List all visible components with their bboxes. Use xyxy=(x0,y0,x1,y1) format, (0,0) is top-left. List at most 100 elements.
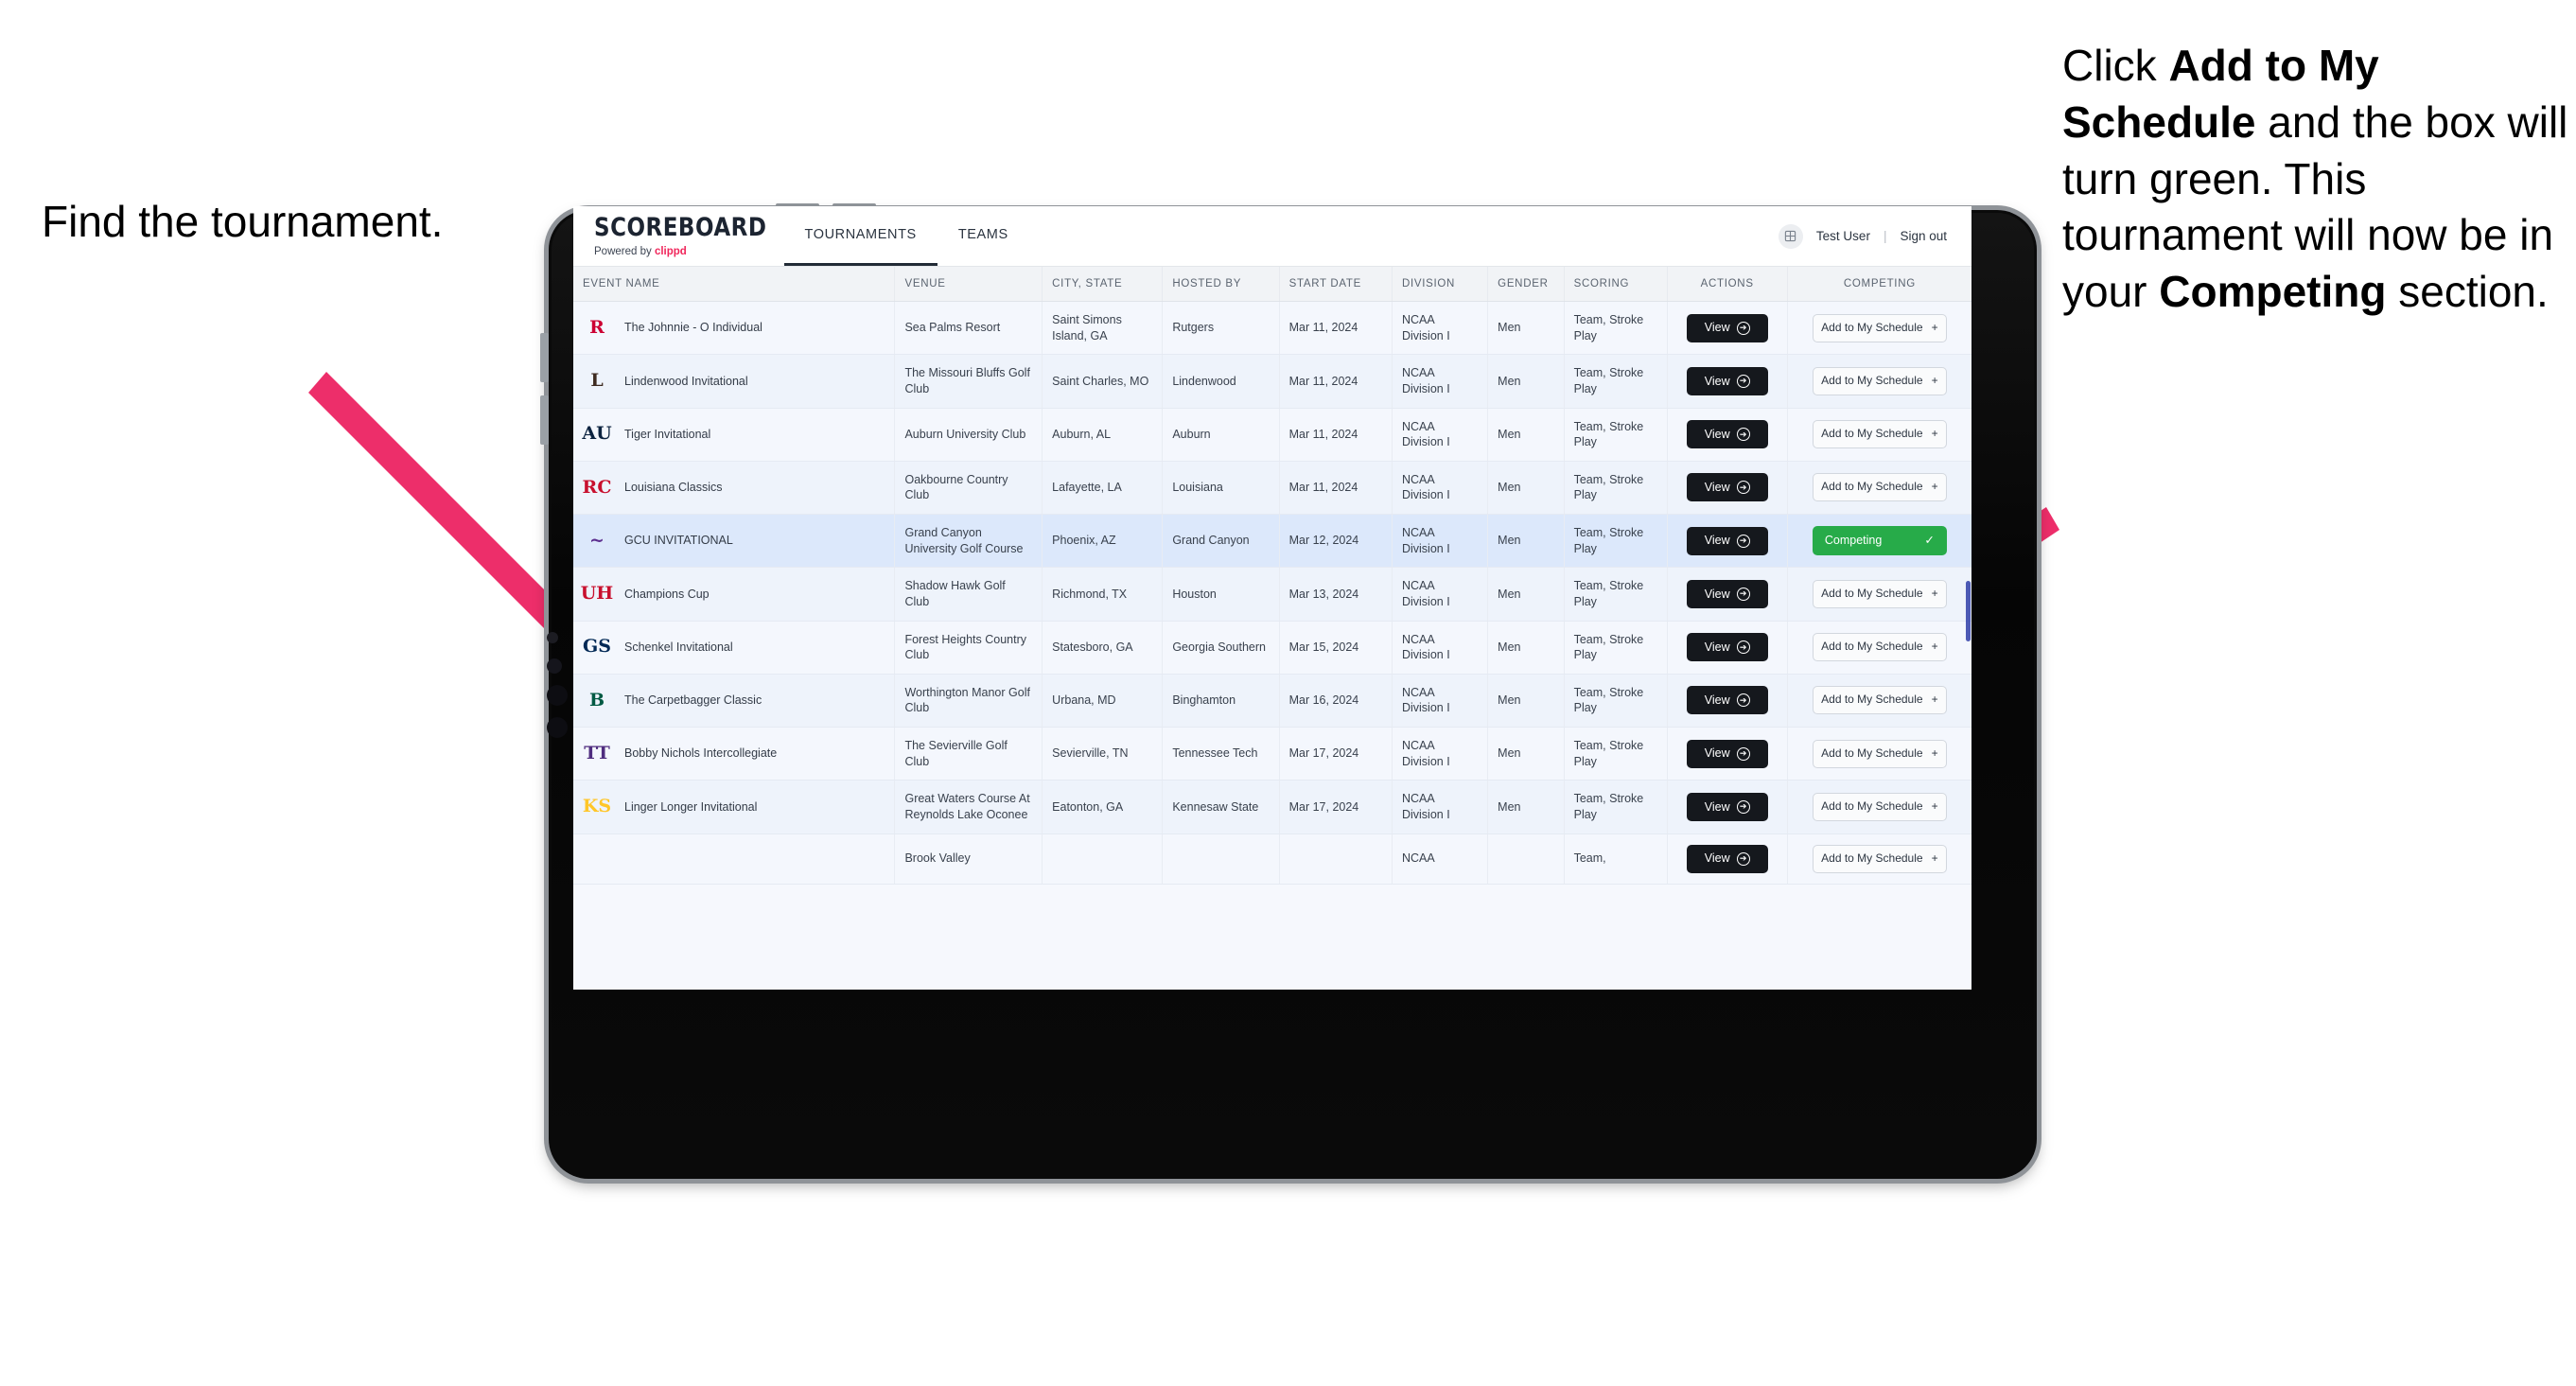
cell-actions: View ➔ xyxy=(1667,780,1788,834)
tab-teams[interactable]: TEAMS xyxy=(938,206,1029,266)
table-row[interactable]: UH Champions Cup Shadow Hawk Golf Club Rich… xyxy=(573,567,1971,622)
view-button[interactable]: View ➔ xyxy=(1686,686,1768,715)
table-row[interactable]: TT Bobby Nichols Intercollegiate The Sevie… xyxy=(573,727,1971,781)
add-to-my-schedule-button[interactable]: Add to My Schedule + xyxy=(1812,313,1947,342)
table-row[interactable]: R The Johnnie - O Individual Sea Palms Res… xyxy=(573,301,1971,356)
cell-hosted-by: Auburn xyxy=(1162,408,1280,462)
add-to-my-schedule-button[interactable]: Add to My Schedule + xyxy=(1812,366,1947,395)
cell-division: NCAA Division I xyxy=(1392,354,1489,409)
table-row[interactable]: RC Louisiana Classics Oakbourne Country Cl… xyxy=(573,461,1971,516)
cell-venue: Auburn University Club xyxy=(894,408,1043,462)
table-row[interactable]: GS Schenkel Invitational Forest Heights Co… xyxy=(573,621,1971,675)
view-button[interactable]: View ➔ xyxy=(1686,844,1768,873)
cell-start-date: Mar 12, 2024 xyxy=(1279,514,1393,569)
app-header: SCOREBOARD Powered by clippd TOURNAMENTS… xyxy=(573,206,1971,267)
view-button[interactable]: View ➔ xyxy=(1686,366,1768,395)
view-button[interactable]: View ➔ xyxy=(1686,579,1768,608)
arrow-right-circle-icon: ➔ xyxy=(1736,321,1750,335)
cell-actions: View ➔ xyxy=(1667,727,1788,781)
view-button[interactable]: View ➔ xyxy=(1686,313,1768,342)
competing-badge[interactable]: Competing ✓ xyxy=(1812,526,1947,556)
cell-hosted-by: Grand Canyon xyxy=(1162,514,1280,569)
sign-out-link[interactable]: Sign out xyxy=(1900,229,1947,243)
plus-icon: + xyxy=(1931,693,1938,707)
table-header: EVENT NAME VENUE CITY, STATE HOSTED BY S… xyxy=(573,267,1971,302)
cell-actions: View ➔ xyxy=(1667,514,1788,569)
tournaments-table-scroll[interactable]: EVENT NAME VENUE CITY, STATE HOSTED BY S… xyxy=(573,267,1971,990)
cell-gender: Men xyxy=(1487,674,1565,728)
cell-competing: Add to My Schedule + xyxy=(1787,461,1971,516)
page-root: Find the tournament. Click Add to My Sch… xyxy=(0,0,2576,1386)
arrow-right-circle-icon: ➔ xyxy=(1736,640,1750,655)
col-gender: GENDER xyxy=(1487,267,1565,302)
cell-event-name: AU Tiger Invitational xyxy=(573,408,896,462)
add-to-my-schedule-label: Add to My Schedule xyxy=(1821,427,1923,441)
cell-city-state: Auburn, AL xyxy=(1042,408,1164,462)
view-button[interactable]: View ➔ xyxy=(1686,739,1768,768)
team-logo-icon: R xyxy=(589,316,605,338)
add-to-my-schedule-button[interactable]: Add to My Schedule + xyxy=(1812,739,1947,768)
volume-up-button[interactable] xyxy=(540,333,549,382)
add-to-my-schedule-button[interactable]: Add to My Schedule + xyxy=(1812,579,1947,608)
plus-icon: + xyxy=(1931,640,1938,654)
user-name[interactable]: Test User xyxy=(1816,229,1870,243)
cell-venue: Shadow Hawk Golf Club xyxy=(894,567,1043,622)
table-row[interactable]: L Lindenwood Invitational The Missouri Blu… xyxy=(573,354,1971,409)
arrow-right-circle-icon: ➔ xyxy=(1736,534,1750,548)
cell-scoring: Team, xyxy=(1564,833,1668,885)
cell-event-name: GS Schenkel Invitational xyxy=(573,621,896,675)
cell-competing: Add to My Schedule + xyxy=(1787,674,1971,728)
grid-icon[interactable] xyxy=(1778,223,1803,249)
col-event-name: EVENT NAME xyxy=(573,267,896,302)
cell-event-name: UH Champions Cup xyxy=(573,567,896,622)
cell-hosted-by: Binghamton xyxy=(1162,674,1280,728)
view-button[interactable]: View ➔ xyxy=(1686,792,1768,821)
add-to-my-schedule-label: Add to My Schedule xyxy=(1821,320,1923,334)
event-name-text: The Carpetbagger Classic xyxy=(624,693,762,708)
table-row[interactable]: Brook Valley NCAA Team, View ➔ Add to My Sche… xyxy=(573,833,1971,885)
event-name-text: The Johnnie - O Individual xyxy=(624,321,762,335)
add-to-my-schedule-button[interactable]: Add to My Schedule + xyxy=(1812,473,1947,502)
table-row[interactable]: B The Carpetbagger Classic Worthington Man… xyxy=(573,674,1971,728)
add-to-my-schedule-button[interactable]: Add to My Schedule + xyxy=(1812,844,1947,873)
cell-city-state: Lafayette, LA xyxy=(1042,461,1164,516)
vertical-scrollbar[interactable] xyxy=(1966,581,1971,641)
add-to-my-schedule-label: Add to My Schedule xyxy=(1821,746,1923,760)
col-actions: ACTIONS xyxy=(1667,267,1788,302)
cell-start-date: Mar 11, 2024 xyxy=(1279,408,1393,462)
cell-hosted-by xyxy=(1162,833,1280,885)
volume-down-button[interactable] xyxy=(540,395,549,445)
tab-tournaments[interactable]: TOURNAMENTS xyxy=(783,206,938,266)
tablet-screen: SCOREBOARD Powered by clippd TOURNAMENTS… xyxy=(573,206,1971,990)
plus-icon: + xyxy=(1931,798,1938,813)
arrow-right-circle-icon: ➔ xyxy=(1736,428,1750,442)
event-name-text: GCU INVITATIONAL xyxy=(624,534,733,548)
view-button-label: View xyxy=(1704,746,1730,761)
col-city-state: CITY, STATE xyxy=(1042,267,1164,302)
view-button[interactable]: View ➔ xyxy=(1686,526,1768,555)
add-to-my-schedule-button[interactable]: Add to My Schedule + xyxy=(1812,420,1947,449)
brand-logo[interactable]: SCOREBOARD Powered by clippd xyxy=(573,206,784,266)
table-row[interactable]: ~ GCU INVITATIONAL Grand Canyon University… xyxy=(573,514,1971,569)
cell-hosted-by: Rutgers xyxy=(1162,301,1280,356)
view-button[interactable]: View ➔ xyxy=(1686,420,1768,449)
cell-competing: Competing ✓ xyxy=(1787,514,1971,569)
cell-venue: Sea Palms Resort xyxy=(894,301,1043,356)
cell-city-state: Phoenix, AZ xyxy=(1042,514,1164,569)
table-row[interactable]: KS Linger Longer Invitational Great Waters… xyxy=(573,780,1971,834)
tab-tournaments-label: TOURNAMENTS xyxy=(804,227,917,242)
view-button[interactable]: View ➔ xyxy=(1686,473,1768,502)
table-row[interactable]: AU Tiger Invitational Auburn University Cl… xyxy=(573,408,1971,462)
cell-gender: Men xyxy=(1487,514,1565,569)
cell-division: NCAA Division I xyxy=(1392,621,1489,675)
add-to-my-schedule-button[interactable]: Add to My Schedule + xyxy=(1812,686,1947,715)
cell-hosted-by: Louisiana xyxy=(1162,461,1280,516)
add-to-my-schedule-label: Add to My Schedule xyxy=(1821,373,1923,387)
add-to-my-schedule-button[interactable]: Add to My Schedule + xyxy=(1812,792,1947,821)
cell-hosted-by: Houston xyxy=(1162,567,1280,622)
add-to-my-schedule-button[interactable]: Add to My Schedule + xyxy=(1812,633,1947,662)
view-button[interactable]: View ➔ xyxy=(1686,633,1768,662)
account-area: Test User | Sign out xyxy=(1778,206,1971,266)
cell-venue: Oakbourne Country Club xyxy=(894,461,1043,516)
cell-scoring: Team, Stroke Play xyxy=(1564,621,1668,675)
